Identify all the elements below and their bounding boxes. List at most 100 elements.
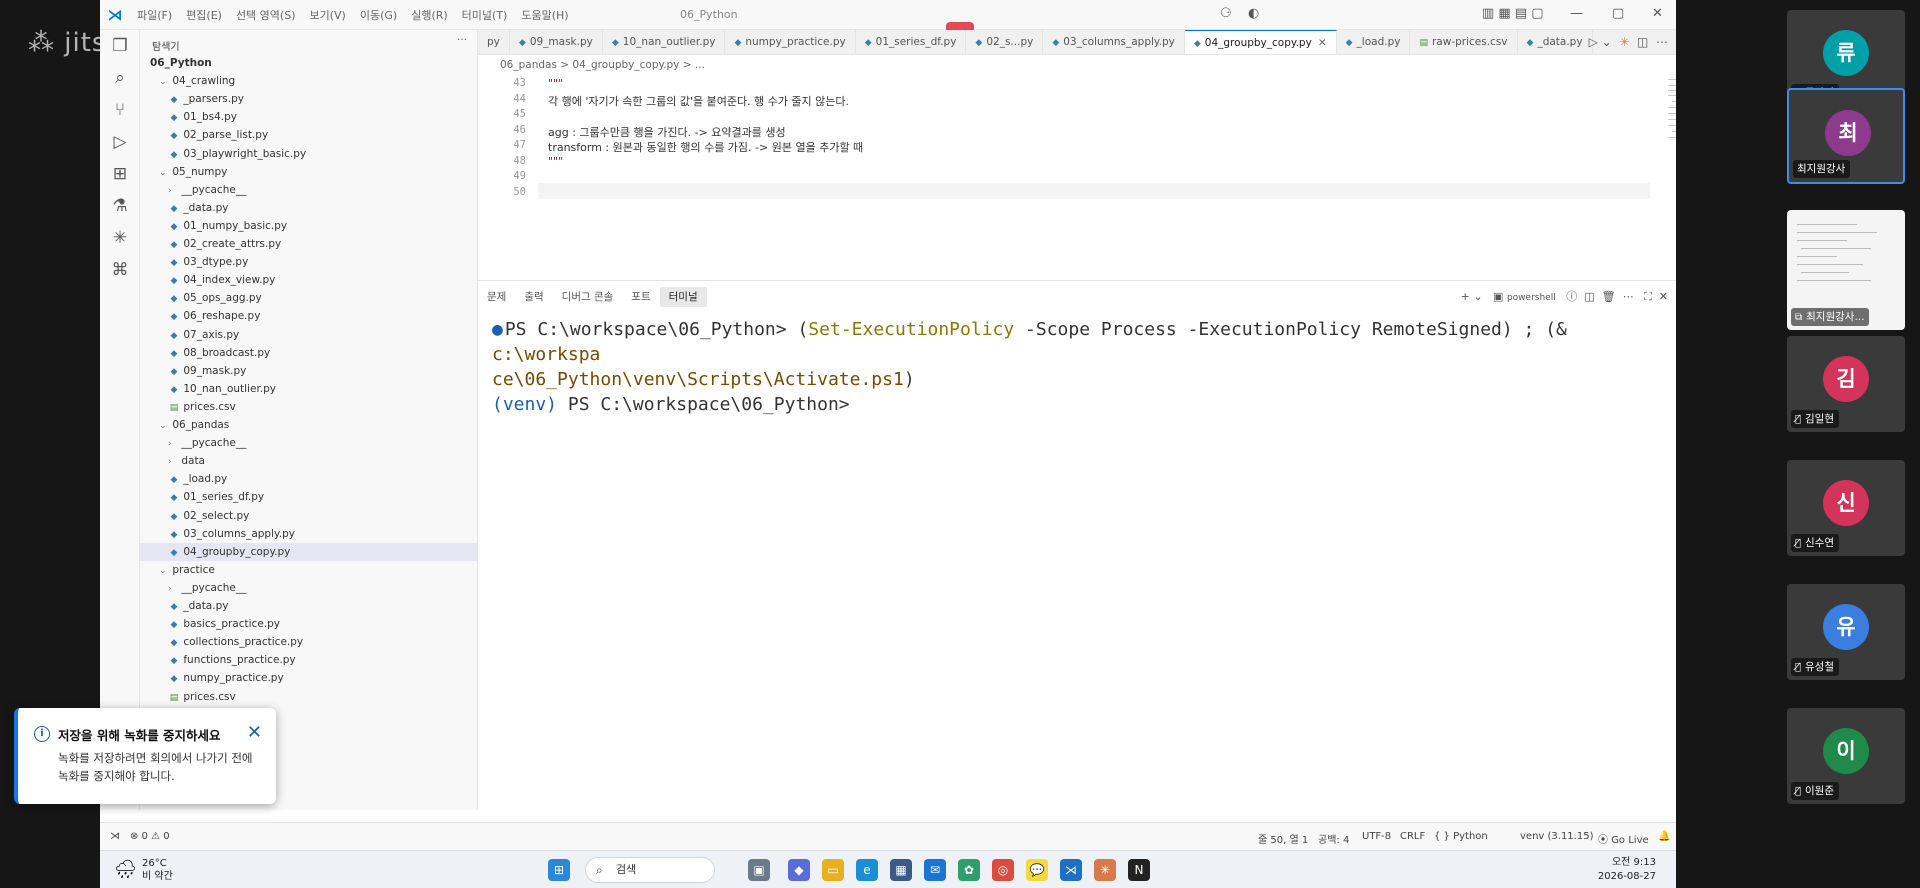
file-item[interactable]: ◆ 01_numpy_basic.py [140,217,478,235]
close-window-icon[interactable]: ✕ [1652,6,1663,21]
file-item[interactable]: ▤ prices.csv [140,398,478,416]
editor-tab[interactable]: ▤ raw-prices.csv [1410,30,1518,54]
file-item[interactable]: ◆ 03_dtype.py [140,253,478,271]
testing-icon[interactable]: ⚗ [108,194,132,218]
editor-tab[interactable]: py [478,30,510,54]
file-item[interactable]: ◆ numpy_practice.py [140,669,478,687]
terminal-shell-icon[interactable]: ▣ [1493,290,1503,303]
folder-item[interactable]: › __pycache__ [140,434,478,452]
file-item[interactable]: ◆ collections_practice.py [140,633,478,651]
split-terminal-icon[interactable]: ◫ [1584,290,1594,303]
claude-icon[interactable]: ✳ [108,226,132,250]
file-item[interactable]: ◆ 07_axis.py [140,326,478,344]
task-view-icon[interactable]: ▣ [748,859,770,881]
remote-icon[interactable]: ⋊ [110,831,120,842]
close-panel-icon[interactable]: ✕ [1659,290,1668,303]
indentation[interactable]: 공백: 4 [1318,831,1349,846]
editor-tab[interactable]: ◆ _data.py [1518,30,1593,54]
start-icon[interactable]: ⊞ [548,859,570,881]
terminal-shell-label[interactable]: powershell [1507,293,1556,303]
cursor-position[interactable]: 줄 50, 열 1 [1258,831,1308,846]
python-interpreter[interactable]: venv (3.11.15) [1520,831,1593,842]
eol[interactable]: CRLF [1400,831,1425,842]
folder-item[interactable]: ⌄ 05_numpy [140,163,478,181]
file-item[interactable]: ◆ 09_mask.py [140,362,478,380]
participant-tile[interactable]: 유 🎙̸ 유성철 [1787,584,1905,680]
screen-share-tile[interactable]: ⧉ 최지원강사... [1787,210,1905,330]
menu-go[interactable]: 이동(G) [353,7,404,23]
kakaotalk-icon[interactable]: 💬 [1026,859,1048,881]
breadcrumb[interactable]: 06_pandas > 04_groupby_copy.py > ... [478,55,1676,75]
maximize-panel-icon[interactable]: ⛶ [1644,290,1652,303]
participant-tile[interactable]: 최 최지원강사 [1787,88,1905,184]
search-icon[interactable]: ⌕ [108,66,132,90]
menu-help[interactable]: 도움말(H) [514,7,575,23]
participant-tile[interactable]: 이 🎙̸ 이원준 [1787,708,1905,804]
editor-tab[interactable]: ◆ 10_nan_outlier.py [603,30,726,54]
taskbar-search[interactable]: ⌕ 검색 [585,857,715,883]
menu-terminal[interactable]: 터미널(T) [455,7,515,23]
claude-taskbar-icon[interactable]: ✳ [1094,859,1116,881]
folder-item[interactable]: › __pycache__ [140,181,478,199]
file-item[interactable]: ▤ prices.csv [140,688,478,706]
explorer-more-icon[interactable]: ··· [457,34,467,46]
vscode-taskbar-icon[interactable]: ⋊ [1060,859,1082,881]
more-actions-icon[interactable]: ⋯ [1656,35,1668,49]
notion-icon[interactable]: N [1128,859,1150,881]
tab-debug-console[interactable]: 디버그 콘솔 [553,287,623,307]
file-item[interactable]: ◆ _parsers.py [140,90,478,108]
tab-output[interactable]: 출력 [515,287,552,307]
file-item[interactable]: ◆ _data.py [140,597,478,615]
copilot-icon[interactable]: ⚆ [1220,6,1232,21]
menu-run[interactable]: 실행(R) [404,7,454,23]
menu-view[interactable]: 보기(V) [302,7,352,23]
new-terminal-icon[interactable]: + ⌄ [1461,290,1483,303]
editor-tab[interactable]: ◆ 02_s...py [966,30,1044,54]
edge-icon[interactable]: e [856,859,878,881]
file-item[interactable]: ◆ 03_columns_apply.py [140,525,478,543]
file-item[interactable]: ◆ 01_bs4.py [140,108,478,126]
encoding[interactable]: UTF-8 [1362,831,1391,842]
teams-icon[interactable]: ◆ [788,859,810,881]
close-tab-icon[interactable]: ✕ [1318,37,1327,49]
close-icon[interactable]: ✕ [247,722,262,743]
participant-tile[interactable]: 신 🎙̸ 신수연 [1787,460,1905,556]
python-icon[interactable]: ⌘ [108,258,132,282]
weather-widget[interactable]: 26°C 비 약간 [142,857,173,883]
accounts-icon[interactable]: ◐ [1248,6,1259,21]
code-editor[interactable]: 43 """ 44 각 행에 '자기가 속한 그룹의 값'을 붙여준다. 행 수가 줄… [478,75,1676,275]
editor-tab[interactable]: ◆ numpy_practice.py [725,30,856,54]
claude-code-icon[interactable]: ✳ [1619,35,1629,49]
notifications-icon[interactable]: 🔔 [1658,831,1670,842]
tab-problems[interactable]: 문제 [478,287,515,307]
layout-toggle-icon[interactable]: ▥ ▦ ▤ ▢ [1482,6,1544,21]
folder-item[interactable]: ⌄ 06_pandas [140,416,478,434]
language-mode[interactable]: { } Python [1434,831,1488,842]
split-editor-icon[interactable]: ◫ [1637,35,1648,49]
file-item[interactable]: ◆ _load.py [140,470,478,488]
menu-edit[interactable]: 편집(E) [179,7,229,23]
file-item[interactable]: ◆ 04_index_view.py [140,271,478,289]
folder-item[interactable]: › __pycache__ [140,579,478,597]
folder-item[interactable]: ⌄ practice [140,561,478,579]
photos-icon[interactable]: ✿ [958,859,980,881]
store-icon[interactable]: ▦ [890,859,912,881]
file-item[interactable]: ◆ 06_reshape.py [140,307,478,325]
outlook-icon[interactable]: ✉ [924,859,946,881]
extensions-icon[interactable]: ⊞ [108,162,132,186]
file-item[interactable]: ◆ 05_ops_agg.py [140,289,478,307]
chrome-icon[interactable]: ◎ [992,859,1014,881]
file-item[interactable]: ◆ 02_create_attrs.py [140,235,478,253]
file-item[interactable]: ◆ 08_broadcast.py [140,344,478,362]
go-live-button[interactable]: ⦿ Go Live [1598,831,1649,846]
terminal-output[interactable]: ● PS C:\workspace\06_Python> (Set-Executi… [492,317,1652,417]
editor-tab[interactable]: ◆ 03_columns_apply.py [1043,30,1185,54]
menu-selection[interactable]: 선택 영역(S) [229,7,303,23]
run-icon[interactable]: ▷ ⌄ [1589,35,1612,49]
file-item[interactable]: ◆ 04_groupby_copy.py [140,542,478,561]
file-item[interactable]: ◆ functions_practice.py [140,651,478,669]
editor-tab[interactable]: ◆ 09_mask.py [510,30,603,54]
file-item[interactable]: ◆ 02_select.py [140,507,478,525]
file-item[interactable]: ◆ basics_practice.py [140,615,478,633]
file-explorer-icon[interactable]: ▭ [822,859,844,881]
